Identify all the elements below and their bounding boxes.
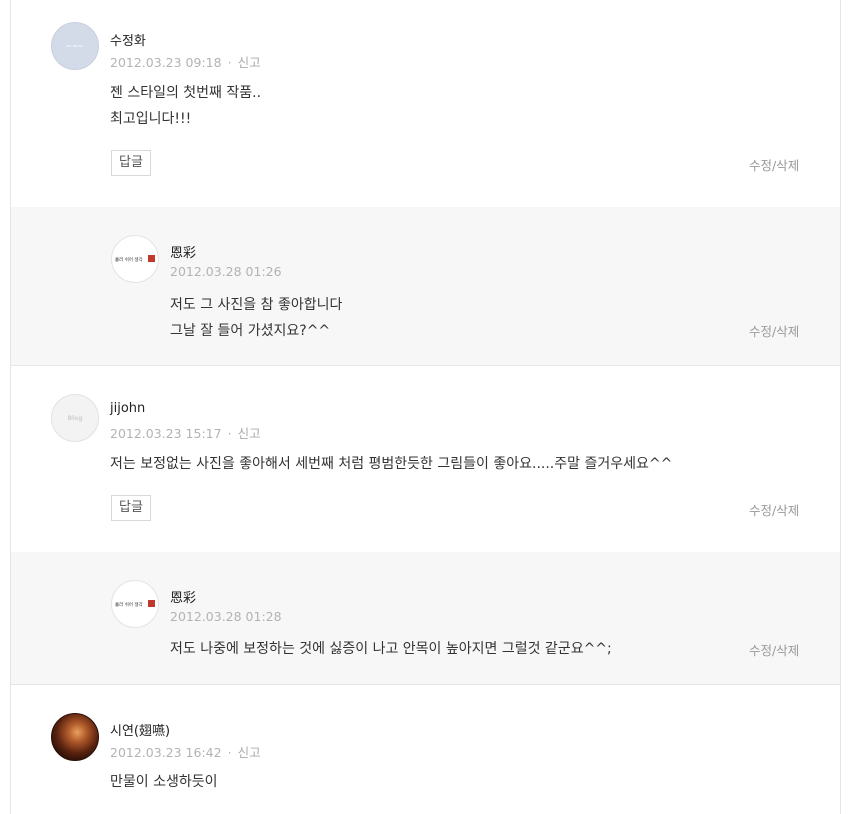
comment-body: 젠 스타일의 첫번째 작품.. 최고입니다!!! (110, 80, 261, 132)
avatar-blog[interactable]: Blog (51, 394, 99, 442)
divider (11, 365, 840, 366)
separator-dot: · (227, 55, 232, 70)
svg-text:흘러 쉬어 생각: 흘러 쉬어 생각 (115, 256, 143, 263)
avatar-photo[interactable] (51, 713, 99, 761)
comment-line: 최고입니다!!! (110, 111, 192, 127)
comment-author[interactable]: jijohn (110, 401, 145, 416)
reply-line: 저도 나중에 보정하는 것에 싫증이 나고 안목이 높아지면 그럴것 같군요^^… (170, 641, 612, 657)
reply-date: 2012.03.28 01:26 (170, 264, 282, 279)
seal-icon: 흘러 쉬어 생각 (115, 255, 155, 263)
comment-body: 저는 보정없는 사진을 좋아해서 세번째 처럼 평범한듯한 그림들이 좋아요..… (110, 451, 672, 477)
reply-author[interactable]: 恩彩 (170, 587, 196, 606)
reply-line: 그날 잘 들어 가셨지요?^^ (170, 323, 331, 339)
report-link[interactable]: 신고 (238, 55, 261, 70)
svg-text:흘러 쉬어 생각: 흘러 쉬어 생각 (115, 601, 143, 608)
comment-date: 2012.03.23 09:18 (110, 55, 222, 70)
comment-body: 만물이 소생하듯이 (110, 769, 218, 795)
comment-author[interactable]: 수정화 (110, 30, 146, 49)
report-link[interactable]: 신고 (238, 426, 261, 441)
comment-author[interactable]: 시연(翅嚥) (110, 720, 170, 739)
avatar-noimage[interactable]: NO IMAGE (51, 22, 99, 70)
comment-date: 2012.03.23 15:17 (110, 426, 222, 441)
comment-line: 저는 보정없는 사진을 좋아해서 세번째 처럼 평범한듯한 그림들이 좋아요..… (110, 456, 673, 472)
reply-date: 2012.03.28 01:28 (170, 609, 282, 624)
reply-container (11, 207, 840, 365)
separator-dot: · (227, 426, 232, 441)
avatar-seal[interactable]: 흘러 쉬어 생각 (111, 235, 159, 283)
edit-delete-link[interactable]: 수정/삭제 (749, 155, 799, 174)
reply-button[interactable]: 답글 (111, 150, 151, 176)
reply-line: 저도 그 사진을 참 좋아합니다 (170, 297, 343, 313)
reply-body: 저도 나중에 보정하는 것에 싫증이 나고 안목이 높아지면 그럴것 같군요^^… (170, 636, 612, 662)
comment-date: 2012.03.23 16:42 (110, 745, 222, 760)
edit-delete-link[interactable]: 수정/삭제 (749, 640, 799, 659)
comment-line: 젠 스타일의 첫번째 작품.. (110, 85, 262, 101)
divider (11, 684, 840, 685)
reply-button[interactable]: 답글 (111, 495, 151, 521)
comment-line: 만물이 소생하듯이 (110, 774, 218, 790)
comment-meta: 2012.03.23 16:42 · 신고 (110, 742, 261, 761)
avatar-placeholder-text: Blog (67, 414, 83, 422)
edit-delete-link[interactable]: 수정/삭제 (749, 321, 799, 340)
avatar-seal[interactable]: 흘러 쉬어 생각 (111, 580, 159, 628)
reply-body: 저도 그 사진을 참 좋아합니다 그날 잘 들어 가셨지요?^^ (170, 292, 342, 344)
separator-dot: · (227, 745, 232, 760)
report-link[interactable]: 신고 (238, 745, 261, 760)
avatar-placeholder-text: NO IMAGE (66, 44, 84, 48)
comment-meta: 2012.03.23 09:18 · 신고 (110, 52, 261, 71)
edit-delete-link[interactable]: 수정/삭제 (749, 500, 799, 519)
reply-author[interactable]: 恩彩 (170, 242, 196, 261)
comment-meta: 2012.03.23 15:17 · 신고 (110, 423, 261, 442)
seal-icon: 흘러 쉬어 생각 (115, 600, 155, 608)
